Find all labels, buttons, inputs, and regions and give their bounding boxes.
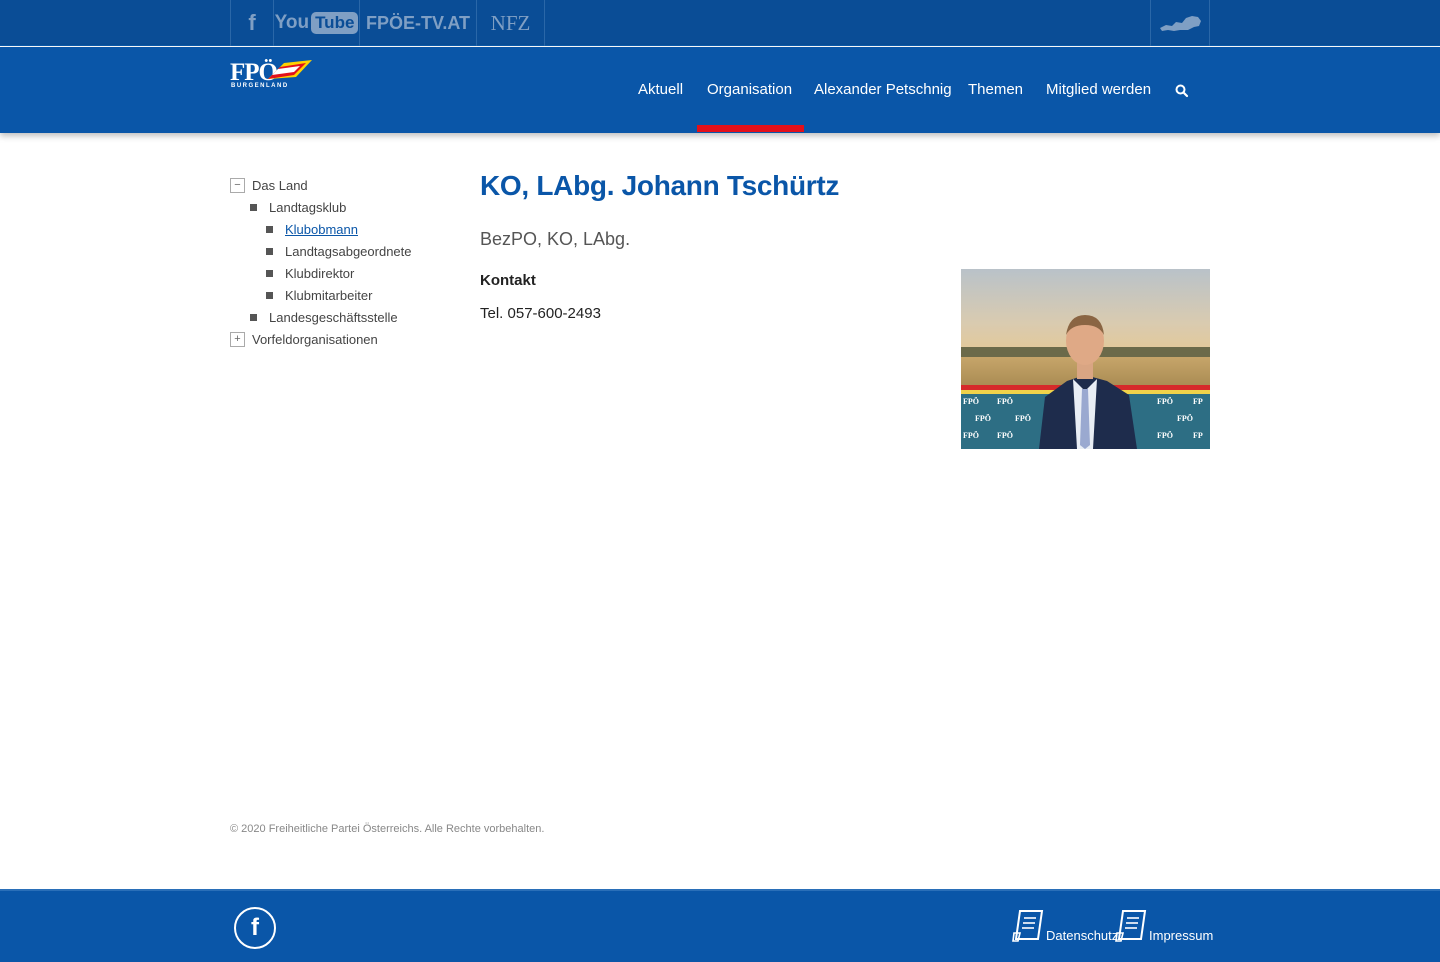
- svg-text:FPÖ: FPÖ: [975, 414, 991, 423]
- nfz-link[interactable]: NFZ: [476, 0, 545, 46]
- tree-item-landtagsklub: Landtagsklub: [246, 197, 346, 217]
- logo-flag-icon: [268, 60, 312, 79]
- tree-item-label[interactable]: Landtagsabgeordnete: [285, 244, 412, 259]
- tree-item-label[interactable]: Vorfeldorganisationen: [252, 332, 378, 347]
- bullet-icon: [250, 313, 257, 321]
- footer-link-label: Impressum: [1149, 928, 1214, 943]
- main-header: FPÖ BURGENLAND Aktuell Organisation Alex…: [0, 47, 1440, 133]
- austria-map-icon: [1160, 16, 1201, 31]
- portrait-photo: FPÖ FPÖ FPÖ FP FPÖ FPÖ FPÖ FPÖ FPÖ FPÖ FP: [961, 269, 1210, 449]
- search-icon[interactable]: [1174, 83, 1190, 99]
- nav-item-themen[interactable]: Themen: [968, 81, 1023, 98]
- tree-item-das-land: − Das Land: [230, 175, 308, 195]
- austria-map-link[interactable]: [1150, 0, 1210, 46]
- logo-subtext: BURGENLAND: [231, 83, 289, 89]
- svg-text:FP: FP: [1193, 431, 1203, 440]
- facebook-link[interactable]: f: [230, 0, 273, 46]
- tree-item-label[interactable]: Klubdirektor: [285, 266, 354, 281]
- tree-item-landesgeschaeftsstelle: Landesgeschäftsstelle: [246, 307, 398, 327]
- svg-text:FPÖ: FPÖ: [963, 431, 979, 440]
- svg-text:FPÖ: FPÖ: [1177, 414, 1193, 423]
- fpoe-tv-label: FPÖE-TV.AT: [365, 12, 470, 33]
- document-icon: [1115, 910, 1147, 942]
- facebook-icon: f: [251, 914, 259, 941]
- footer: f Datenschutz Impressum: [0, 886, 1440, 962]
- youtube-logo-you: You: [274, 12, 310, 33]
- bullet-icon: [266, 247, 273, 255]
- nav-item-aktuell[interactable]: Aktuell: [638, 81, 683, 98]
- bullet-icon: [250, 203, 257, 211]
- document-icon: [1012, 910, 1044, 942]
- bullet-icon: [266, 225, 273, 233]
- tree-item-label[interactable]: Klubmitarbeiter: [285, 288, 372, 303]
- youtube-logo-tube: Tube: [311, 12, 359, 34]
- youtube-link[interactable]: You Tube: [273, 0, 359, 46]
- facebook-icon: f: [248, 10, 256, 35]
- nav-item-organisation[interactable]: Organisation: [707, 81, 792, 98]
- nfz-label: NFZ: [490, 10, 531, 35]
- fpoe-logo[interactable]: FPÖ BURGENLAND: [230, 59, 314, 91]
- svg-text:FPÖ: FPÖ: [1015, 414, 1031, 423]
- footer-link-impressum[interactable]: Impressum: [1115, 907, 1213, 943]
- expand-toggle-icon[interactable]: +: [230, 331, 245, 347]
- page-title: KO, LAbg. Johann Tschürtz: [480, 170, 840, 201]
- tree-item-klubobmann: Klubobmann: [262, 219, 358, 239]
- nav-item-alexander-petschnig[interactable]: Alexander Petschnig: [814, 81, 952, 98]
- footer-link-label: Datenschutz: [1046, 928, 1119, 943]
- collapse-toggle-icon[interactable]: −: [230, 177, 245, 193]
- copyright-text: © 2020 Freiheitliche Partei Österreichs.…: [230, 823, 545, 835]
- social-topbar: f You Tube FPÖE-TV.AT NFZ: [0, 0, 1440, 46]
- footer-facebook-button[interactable]: f: [234, 907, 276, 949]
- tree-item-label[interactable]: Landesgeschäftsstelle: [269, 310, 398, 325]
- tree-item-label[interactable]: Klubobmann: [285, 222, 358, 237]
- tree-item-klubdirektor: Klubdirektor: [262, 263, 354, 283]
- tree-item-klubmitarbeiter: Klubmitarbeiter: [262, 285, 372, 305]
- svg-text:FPÖ: FPÖ: [997, 431, 1013, 440]
- contact-phone: Tel. 057-600-2493: [480, 305, 601, 322]
- tree-item-vorfeldorganisationen: + Vorfeldorganisationen: [230, 329, 378, 349]
- fpoe-tv-link[interactable]: FPÖE-TV.AT: [359, 0, 476, 46]
- tree-item-label[interactable]: Landtagsklub: [269, 200, 346, 215]
- svg-text:FPÖ: FPÖ: [963, 397, 979, 406]
- nav-active-indicator: [697, 125, 804, 132]
- tree-item-landtagsabgeordnete: Landtagsabgeordnete: [262, 241, 412, 261]
- bullet-icon: [266, 269, 273, 277]
- tree-item-label[interactable]: Das Land: [252, 178, 308, 193]
- svg-text:FPÖ: FPÖ: [1157, 397, 1173, 406]
- page-subtitle: BezPO, KO, LAbg.: [480, 229, 631, 249]
- contact-heading: Kontakt: [480, 272, 536, 289]
- svg-text:FPÖ: FPÖ: [997, 397, 1013, 406]
- svg-text:FP: FP: [1193, 397, 1203, 406]
- nav-item-mitglied-werden[interactable]: Mitglied werden: [1046, 81, 1151, 98]
- footer-link-datenschutz[interactable]: Datenschutz: [1012, 907, 1118, 943]
- bullet-icon: [266, 291, 273, 299]
- svg-text:FPÖ: FPÖ: [1157, 431, 1173, 440]
